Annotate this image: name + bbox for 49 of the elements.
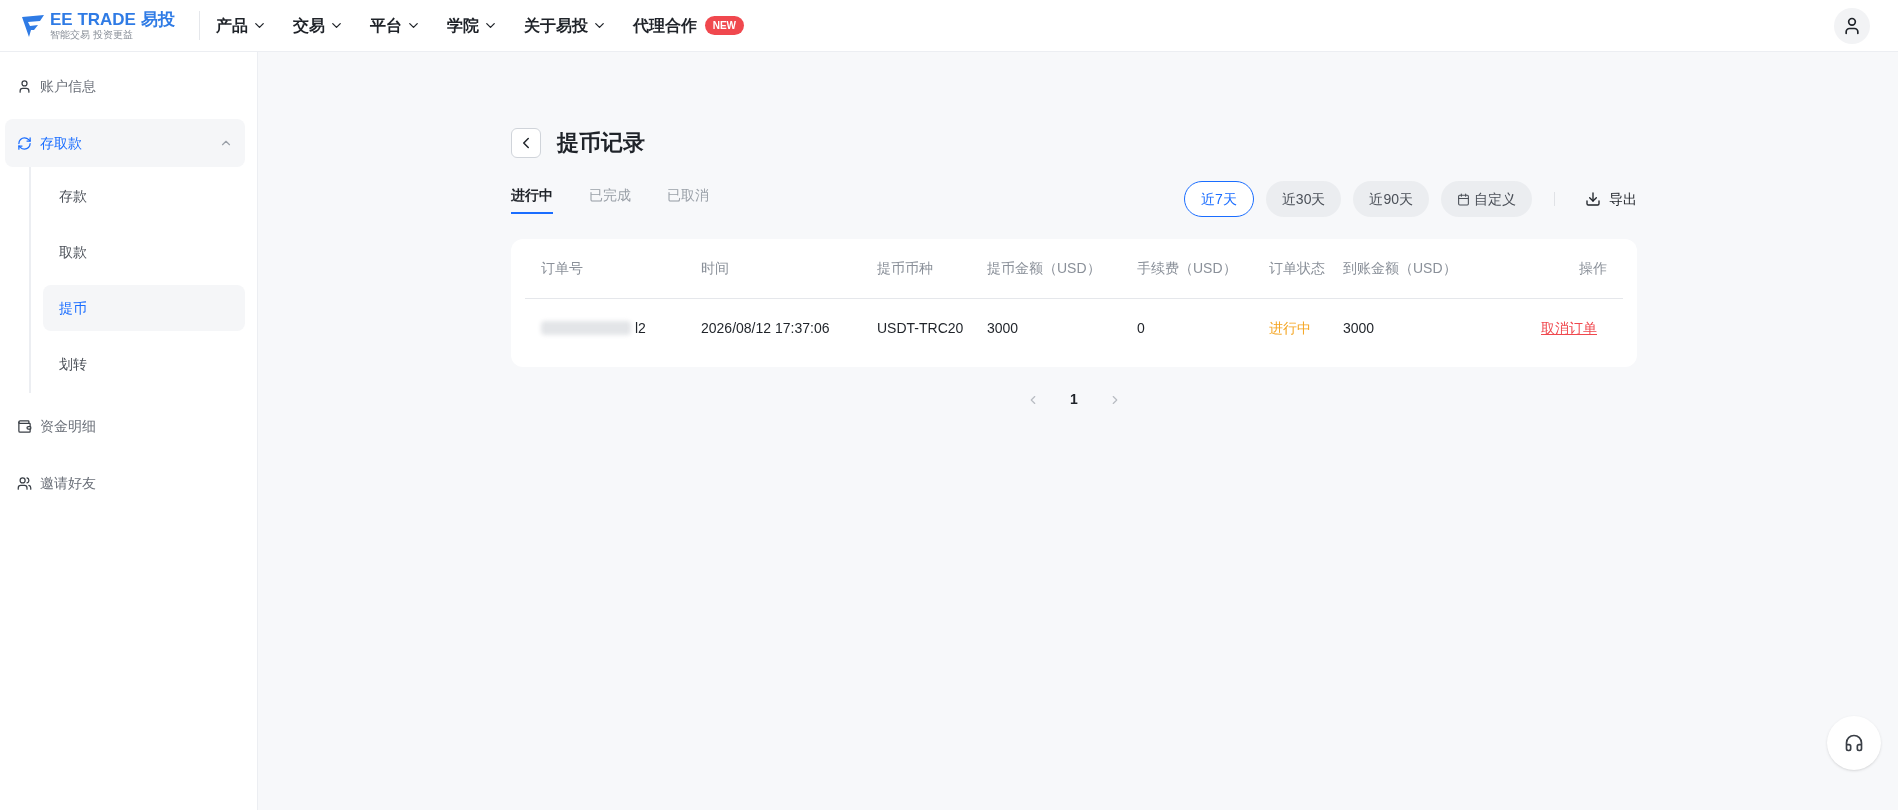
- page-number[interactable]: 1: [1070, 389, 1078, 410]
- submenu-item[interactable]: 提币: [43, 285, 245, 331]
- column-header: 操作: [1578, 259, 1607, 278]
- sidebar-item[interactable]: 邀请好友: [5, 459, 245, 507]
- export-button[interactable]: 导出: [1585, 188, 1637, 210]
- submenu-item[interactable]: 划转: [43, 341, 245, 387]
- column-header: 到账金额（USD）: [1343, 259, 1458, 278]
- back-button[interactable]: [511, 127, 541, 158]
- nav-item[interactable]: 代理合作 NEW: [632, 13, 745, 38]
- nav-item[interactable]: 产品: [215, 13, 267, 38]
- status-tab[interactable]: 进行中: [511, 184, 553, 214]
- download-icon: [1585, 191, 1601, 207]
- table-cell-text: USDT-TRC20: [877, 318, 965, 338]
- nav-item[interactable]: 平台: [369, 13, 421, 38]
- new-badge: NEW: [704, 16, 745, 35]
- logo-title: EE TRADE 易投: [50, 11, 175, 28]
- status-cell-text: 进行中: [1269, 318, 1312, 338]
- column-header: 提币币种: [877, 259, 934, 278]
- submenu-item[interactable]: 取款: [43, 229, 245, 275]
- date-range-button[interactable]: 近30天: [1265, 181, 1342, 217]
- column-header: 手续费（USD）: [1137, 259, 1238, 278]
- user-icon: [1842, 15, 1862, 36]
- support-button[interactable]: [1827, 716, 1881, 770]
- profile-button[interactable]: [1834, 7, 1870, 44]
- column-header: 订单状态: [1269, 259, 1326, 278]
- nav-item[interactable]: 学院: [446, 13, 498, 38]
- submenu-item[interactable]: 存款: [43, 173, 245, 219]
- column-header: 提币金额（USD）: [987, 259, 1102, 278]
- nav-item[interactable]: 关于易投: [523, 13, 607, 38]
- table-cell-text: 2026/08/12 17:37:06: [701, 318, 831, 338]
- sidebar-item[interactable]: 存取款: [5, 119, 245, 167]
- date-range-button[interactable]: 近7天: [1184, 181, 1254, 217]
- cancel-order-link[interactable]: 取消订单: [1541, 317, 1607, 339]
- table-cell-text: 3000: [987, 318, 1020, 338]
- table-cell-text: l2: [635, 318, 646, 338]
- logo-icon: [20, 12, 46, 39]
- table-cell-text: 3000: [1343, 318, 1376, 338]
- nav-item[interactable]: 交易: [292, 13, 344, 38]
- calendar-icon: [1457, 192, 1470, 206]
- logo-slogan: 智能交易 投资更益: [50, 30, 134, 40]
- date-range-button[interactable]: 自定义: [1441, 181, 1532, 217]
- headset-icon: [1844, 733, 1864, 753]
- sidebar-item[interactable]: 账户信息: [5, 62, 245, 110]
- page-title: 提币记录: [557, 129, 645, 157]
- table-cell-text: 0: [1137, 318, 1146, 338]
- sidebar-item[interactable]: 资金明细: [5, 402, 245, 450]
- column-header: 订单号: [541, 259, 584, 278]
- column-header: 时间: [701, 259, 730, 278]
- date-range-button[interactable]: 近90天: [1353, 181, 1429, 217]
